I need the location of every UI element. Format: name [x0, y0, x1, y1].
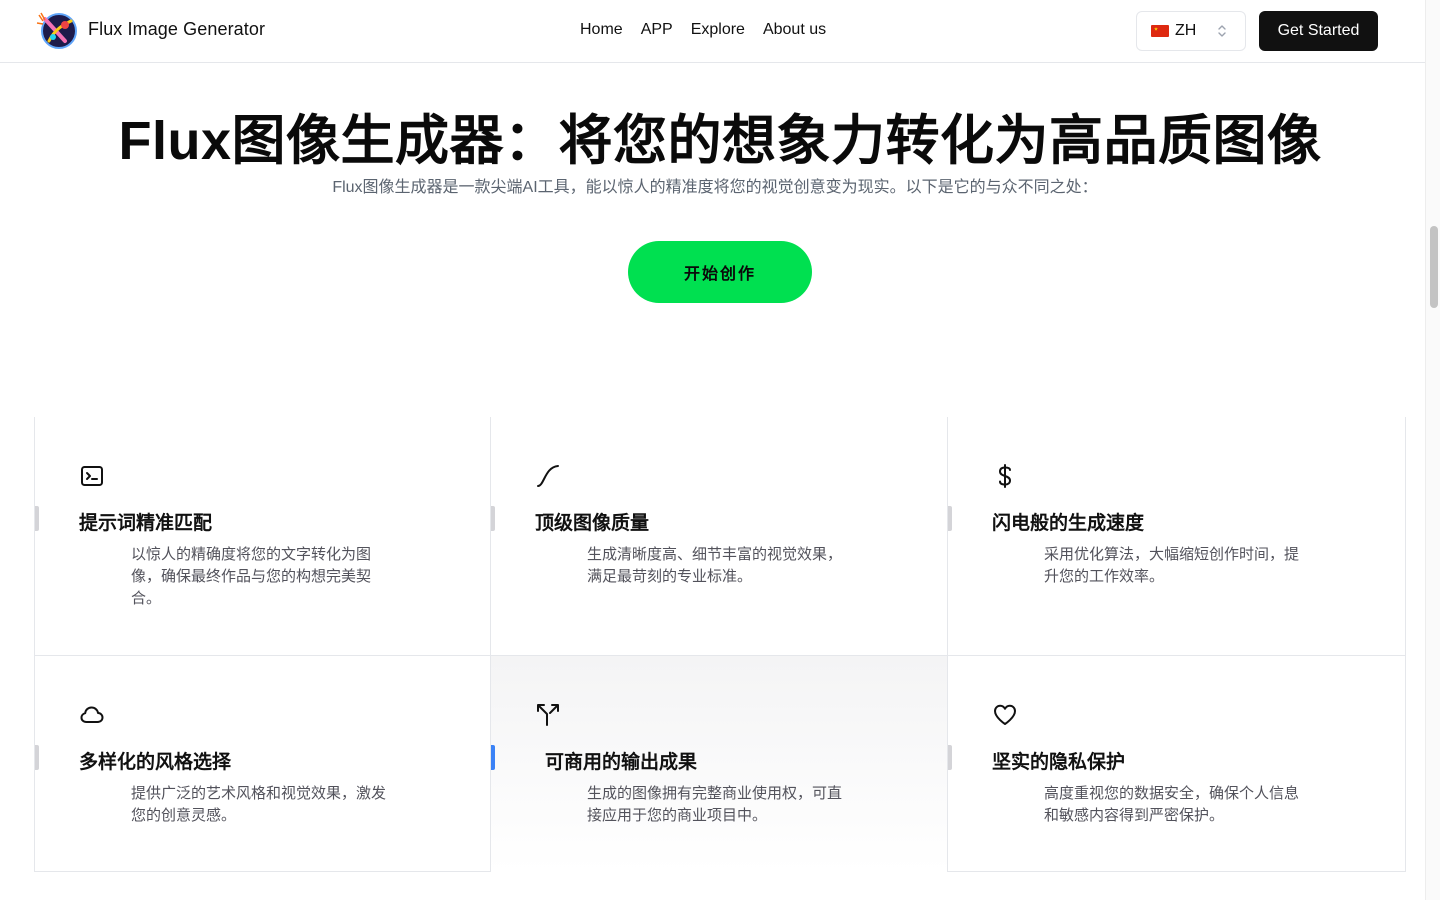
chevron-up-down-icon	[1218, 25, 1226, 37]
nav-explore[interactable]: Explore	[691, 21, 745, 39]
feature-description: 采用优化算法，大幅缩短创作时间，提升您的工作效率。	[1044, 546, 1300, 585]
language-select[interactable]: ZH	[1136, 11, 1246, 51]
language-code: ZH	[1175, 22, 1197, 39]
feature-title: 多样化的风格选择	[79, 752, 232, 773]
feature-title: 提示词精准匹配	[79, 513, 213, 534]
card-accent-bar	[35, 745, 39, 770]
hero-title: Flux图像生成器：将您的想象力转化为高品质图像	[118, 111, 1322, 171]
terminal-icon	[79, 463, 105, 489]
hero-subtitle: Flux图像生成器是一款尖端AI工具，能以惊人的精准度将您的视觉创意变为现实。以…	[332, 179, 1098, 196]
feature-description: 以惊人的精确度将您的文字转化为图像，确保最终作品与您的构想完美契合。	[131, 546, 372, 607]
cloud-icon	[79, 702, 105, 728]
brand-name[interactable]: Flux Image Generator	[88, 19, 265, 40]
route-icon	[535, 702, 561, 728]
main-nav: Home APP Explore About us	[580, 21, 826, 39]
feature-description: 生成清晰度高、细节丰富的视觉效果，满足最苛刻的专业标准。	[587, 546, 843, 585]
dollar-icon	[992, 463, 1018, 489]
logo-icon[interactable]	[35, 11, 79, 51]
card-accent-bar	[948, 506, 952, 531]
feature-title: 坚实的隐私保护	[992, 752, 1126, 773]
card-accent-bar	[948, 745, 952, 770]
get-started-button[interactable]: Get Started	[1259, 11, 1378, 51]
feature-description: 高度重视您的数据安全，确保个人信息和敏感内容得到严密保护。	[1044, 785, 1300, 824]
card-accent-bar	[491, 745, 495, 770]
feature-card-commercial: 可商用的输出成果 生成的图像拥有完整商业使用权，可直接应用于您的商业项目中。	[491, 656, 948, 872]
scrollbar-thumb[interactable]	[1430, 226, 1438, 308]
curve-icon	[535, 463, 561, 489]
feature-card-privacy: 坚实的隐私保护 高度重视您的数据安全，确保个人信息和敏感内容得到严密保护。	[948, 656, 1406, 872]
feature-description: 生成的图像拥有完整商业使用权，可直接应用于您的商业项目中。	[587, 785, 843, 824]
feature-card-speed: 闪电般的生成速度 采用优化算法，大幅缩短创作时间，提升您的工作效率。	[948, 417, 1406, 656]
feature-title: 顶级图像质量	[535, 513, 650, 534]
nav-about-us[interactable]: About us	[763, 21, 826, 39]
nav-home[interactable]: Home	[580, 21, 623, 39]
card-accent-bar	[491, 506, 495, 531]
feature-title: 闪电般的生成速度	[992, 513, 1145, 534]
feature-card-styles: 多样化的风格选择 提供广泛的艺术风格和视觉效果，激发您的创意灵感。	[34, 656, 491, 872]
nav-app[interactable]: APP	[641, 21, 673, 39]
site-header: Flux Image Generator Home APP Explore Ab…	[0, 0, 1425, 63]
start-creating-button[interactable]: 开始创作	[628, 241, 812, 303]
feature-card-image-quality: 顶级图像质量 生成清晰度高、细节丰富的视觉效果，满足最苛刻的专业标准。	[491, 417, 948, 656]
feature-title: 可商用的输出成果	[545, 752, 698, 773]
china-flag-icon	[1151, 25, 1169, 37]
heart-icon	[992, 702, 1018, 728]
feature-description: 提供广泛的艺术风格和视觉效果，激发您的创意灵感。	[131, 785, 387, 824]
feature-card-prompt-match: 提示词精准匹配 以惊人的精确度将您的文字转化为图像，确保最终作品与您的构想完美契…	[34, 417, 491, 656]
features-grid: 提示词精准匹配 以惊人的精确度将您的文字转化为图像，确保最终作品与您的构想完美契…	[34, 417, 1406, 872]
card-accent-bar	[35, 506, 39, 531]
